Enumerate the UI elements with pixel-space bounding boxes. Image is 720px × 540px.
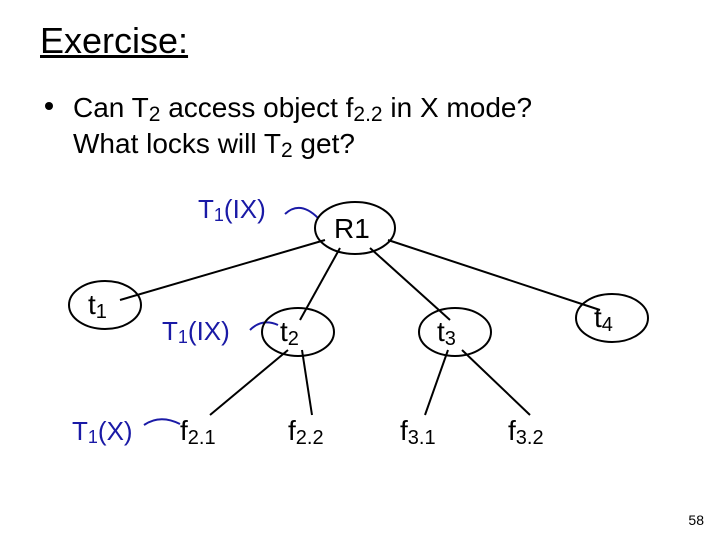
node-t1-label: t1 — [88, 289, 107, 323]
lock-arc-r1 — [285, 208, 318, 218]
edge-r1-t1 — [120, 240, 325, 300]
node-f32-label: f3.2 — [508, 415, 544, 449]
node-t2-label: t2 — [280, 316, 299, 350]
edge-r1-t3 — [370, 248, 450, 320]
tree-diagram: R1 t1 t2 t3 t4 f2.1 f2.2 f3.1 f3.2 T1(IX… — [0, 0, 720, 540]
lock-arc-f21 — [144, 419, 180, 425]
node-r1-label: R1 — [334, 213, 370, 244]
node-f31-label: f3.1 — [400, 415, 436, 449]
node-t3-label: t3 — [437, 316, 456, 350]
edge-r1-t4 — [388, 240, 600, 310]
lock-label-f21: T1(X) — [72, 416, 133, 447]
edge-t3-f31 — [425, 350, 448, 415]
lock-label-t2: T1(IX) — [162, 316, 230, 347]
page-number: 58 — [688, 512, 704, 528]
node-t4-label: t4 — [594, 302, 613, 336]
edge-t2-f22 — [302, 350, 312, 415]
node-f21-label: f2.1 — [180, 415, 216, 449]
node-f22-label: f2.2 — [288, 415, 324, 449]
lock-label-r1: T1(IX) — [198, 194, 266, 225]
edge-t2-f21 — [210, 350, 288, 415]
edge-t3-f32 — [462, 350, 530, 415]
